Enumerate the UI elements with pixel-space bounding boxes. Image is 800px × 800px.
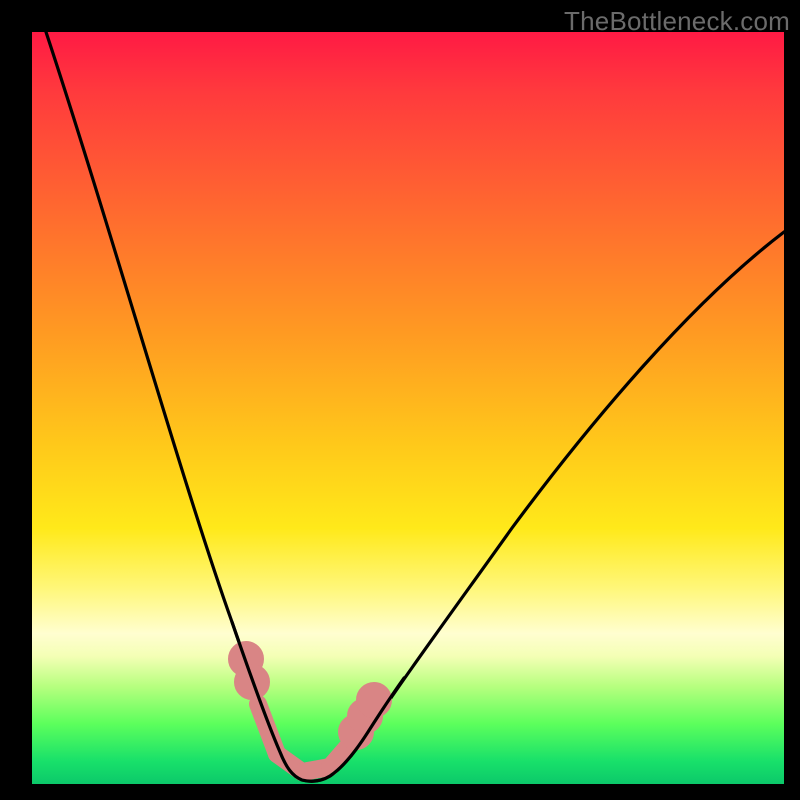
highlighted-points-group [237,650,383,772]
bottleneck-curve [46,32,784,781]
watermark-text: TheBottleneck.com [564,6,790,37]
chart-frame: TheBottleneck.com [0,0,800,800]
bottleneck-curve-svg [32,32,784,784]
plot-area [32,32,784,784]
